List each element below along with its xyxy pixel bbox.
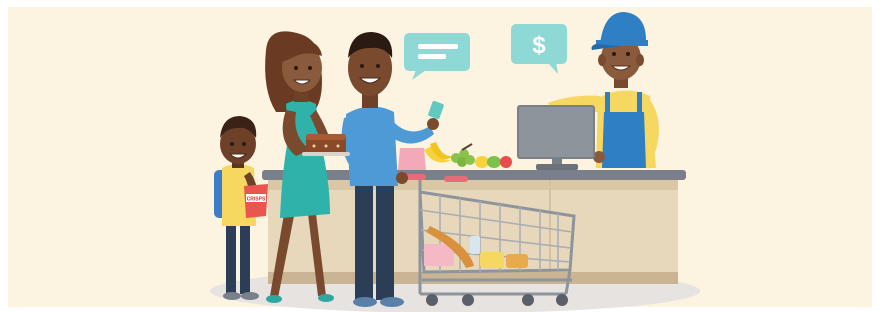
cart-wheel — [426, 294, 438, 306]
crisps-bag: CRISPS — [244, 184, 268, 218]
checkout-illustration: $ CRISPS — [0, 0, 880, 312]
chip-bag-label: CRISPS — [247, 197, 266, 203]
cart-wheel — [462, 294, 474, 306]
cake — [302, 134, 350, 156]
cart-wheel — [522, 294, 534, 306]
dollar-icon: $ — [532, 32, 546, 59]
cart-wheel — [556, 294, 568, 306]
illustration-canvas: $ CRISPS — [8, 7, 872, 312]
